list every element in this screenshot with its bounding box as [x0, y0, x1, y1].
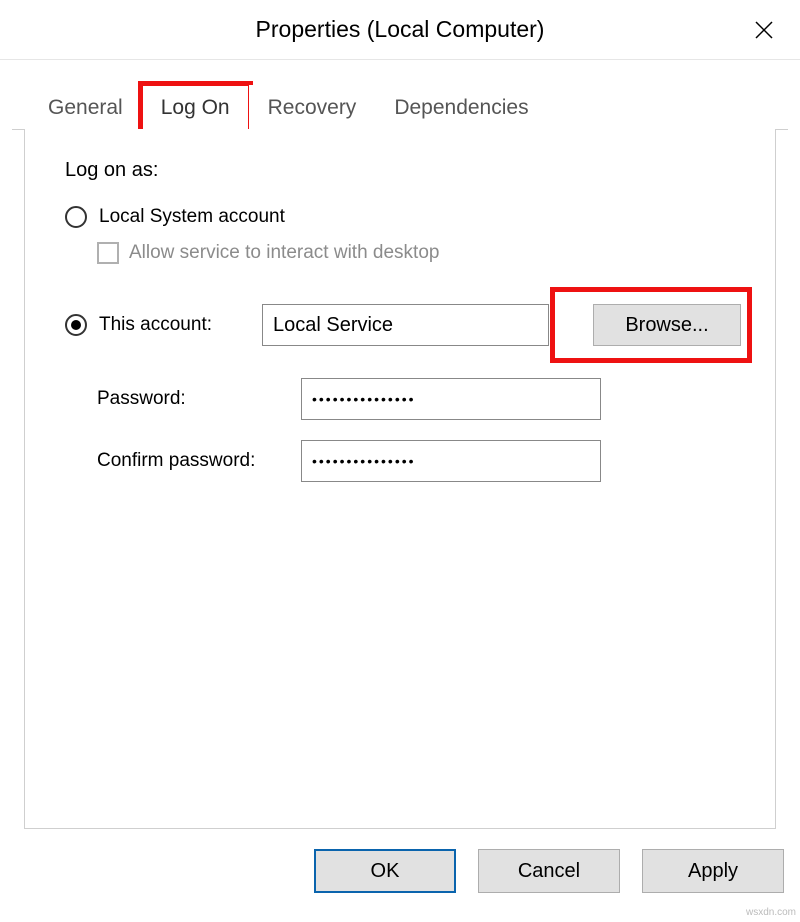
- properties-dialog: Properties (Local Computer) General Log …: [0, 0, 800, 922]
- tab-dependencies[interactable]: Dependencies: [375, 85, 547, 130]
- tab-recovery[interactable]: Recovery: [249, 85, 376, 130]
- password-label: Password:: [97, 388, 186, 410]
- tab-panel-log-on: Log on as: Local System account Allow se…: [24, 129, 776, 829]
- interact-desktop-label: Allow service to interact with desktop: [129, 242, 439, 264]
- log-on-as-label: Log on as:: [65, 159, 747, 182]
- browse-highlight: Browse...: [555, 292, 747, 358]
- tab-strip: General Log On Recovery Dependencies: [12, 74, 788, 130]
- browse-button[interactable]: Browse...: [593, 304, 741, 346]
- dialog-title: Properties (Local Computer): [256, 16, 545, 43]
- radio-this-account[interactable]: [65, 314, 87, 336]
- dialog-button-bar: OK Cancel Apply: [0, 840, 800, 902]
- confirm-password-label: Confirm password:: [97, 450, 255, 472]
- this-account-label: This account:: [99, 314, 212, 336]
- ok-button[interactable]: OK: [314, 849, 456, 893]
- tab-log-on[interactable]: Log On: [142, 85, 249, 130]
- confirm-password-input[interactable]: [301, 440, 601, 482]
- titlebar: Properties (Local Computer): [0, 0, 800, 60]
- checkbox-interact-desktop[interactable]: [97, 242, 119, 264]
- tab-general[interactable]: General: [29, 85, 142, 130]
- local-system-label: Local System account: [99, 206, 285, 228]
- apply-button[interactable]: Apply: [642, 849, 784, 893]
- close-button[interactable]: [746, 12, 782, 48]
- account-name-input[interactable]: [262, 304, 549, 346]
- cancel-button[interactable]: Cancel: [478, 849, 620, 893]
- password-input[interactable]: [301, 378, 601, 420]
- radio-local-system[interactable]: [65, 206, 87, 228]
- close-icon: [755, 21, 773, 39]
- watermark: wsxdn.com: [746, 907, 796, 918]
